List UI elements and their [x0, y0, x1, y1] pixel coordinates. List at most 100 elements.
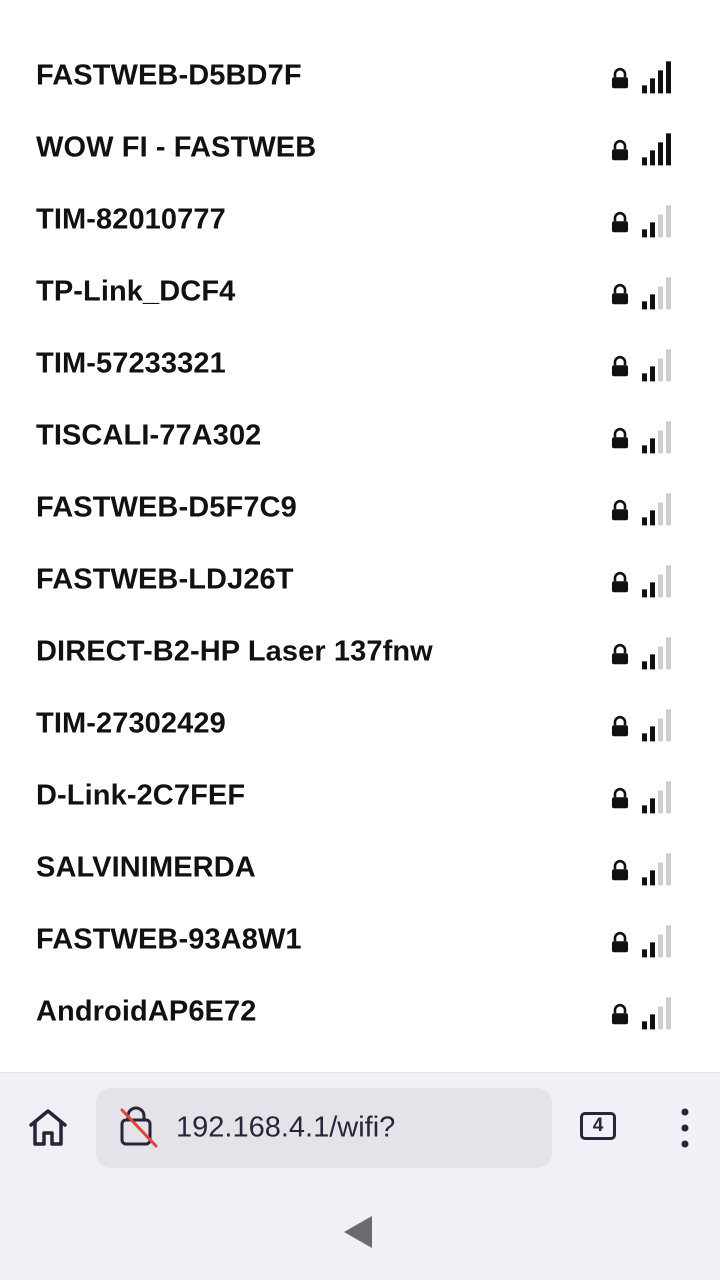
signal-bar — [666, 349, 671, 382]
signal-bar — [658, 862, 663, 886]
signal-bar — [650, 222, 655, 238]
signal-bar — [650, 582, 655, 598]
wifi-network-row[interactable]: FASTWEB-LDJ26T — [0, 544, 720, 616]
wifi-ssid[interactable]: TIM-27302429 — [36, 708, 226, 741]
signal-bar — [642, 661, 647, 670]
lock-icon — [612, 283, 628, 305]
signal-strength-icon — [642, 61, 671, 94]
signal-bar — [650, 654, 655, 670]
url-text[interactable]: 192.168.4.1/wifi? — [176, 1112, 395, 1145]
signal-bar — [666, 493, 671, 526]
signal-strength-icon — [642, 133, 671, 166]
signal-strength-icon — [642, 277, 671, 310]
wifi-ssid[interactable]: TISCALI-77A302 — [36, 420, 261, 453]
home-icon[interactable] — [24, 1103, 72, 1151]
lock-icon — [612, 859, 628, 881]
signal-bar — [642, 805, 647, 814]
wifi-ssid[interactable]: FASTWEB-D5BD7F — [36, 60, 302, 93]
wifi-ssid[interactable]: WOW FI - FASTWEB — [36, 132, 316, 165]
signal-strength-icon — [642, 493, 671, 526]
lock-icon — [612, 499, 628, 521]
wifi-network-row[interactable]: DIRECT-B2-HP Laser 137fnw — [0, 616, 720, 688]
wifi-network-row[interactable]: TIM-27302429 — [0, 688, 720, 760]
signal-bar — [666, 781, 671, 814]
signal-bar — [650, 438, 655, 454]
lock-icon — [612, 931, 628, 953]
signal-bar — [642, 85, 647, 94]
wifi-ssid[interactable]: TIM-57233321 — [36, 348, 226, 381]
signal-bar — [666, 925, 671, 958]
wifi-ssid[interactable]: TIM-82010777 — [36, 204, 226, 237]
wifi-network-row[interactable]: TIM-57233321 — [0, 328, 720, 400]
signal-bar — [666, 853, 671, 886]
signal-bar — [658, 286, 663, 310]
lock-icon — [612, 67, 628, 89]
lock-icon — [612, 139, 628, 161]
wifi-ssid[interactable]: DIRECT-B2-HP Laser 137fnw — [36, 636, 433, 669]
signal-bar — [658, 574, 663, 598]
signal-bar — [666, 637, 671, 670]
signal-strength-icon — [642, 709, 671, 742]
signal-bar — [642, 229, 647, 238]
wifi-ssid[interactable]: AndroidAP6E72 — [36, 996, 256, 1029]
lock-icon — [612, 1003, 628, 1025]
wifi-network-row[interactable]: TP-Link_DCF4 — [0, 256, 720, 328]
wifi-network-row[interactable]: TISCALI-77A302 — [0, 400, 720, 472]
lock-icon — [612, 355, 628, 377]
signal-strength-icon — [642, 205, 671, 238]
signal-bar — [642, 733, 647, 742]
signal-bar — [666, 709, 671, 742]
signal-strength-icon — [642, 565, 671, 598]
signal-bar — [650, 366, 655, 382]
tabs-button[interactable]: 4 — [580, 1112, 616, 1140]
lock-icon — [612, 427, 628, 449]
signal-bar — [666, 133, 671, 166]
wifi-network-row[interactable]: WOW FI - FASTWEB — [0, 112, 720, 184]
wifi-ssid[interactable]: FASTWEB-93A8W1 — [36, 924, 302, 957]
signal-bar — [650, 798, 655, 814]
lock-icon — [612, 643, 628, 665]
wifi-network-row[interactable]: TIM-82010777 — [0, 184, 720, 256]
wifi-ssid[interactable]: SALVINIMERDA — [36, 852, 256, 885]
signal-strength-icon — [642, 421, 671, 454]
wifi-ssid[interactable]: FASTWEB-LDJ26T — [36, 564, 294, 597]
back-triangle-icon[interactable] — [338, 1212, 378, 1252]
signal-strength-icon — [642, 637, 671, 670]
insecure-lock-icon[interactable] — [118, 1106, 162, 1150]
signal-bar — [658, 1006, 663, 1030]
signal-bar — [658, 430, 663, 454]
wifi-ssid[interactable]: TP-Link_DCF4 — [36, 276, 235, 309]
signal-bar — [666, 565, 671, 598]
signal-bar — [666, 61, 671, 94]
signal-bar — [642, 301, 647, 310]
wifi-network-row[interactable]: SALVINIMERDA — [0, 832, 720, 904]
signal-bar — [650, 1014, 655, 1030]
signal-bar — [658, 934, 663, 958]
signal-bar — [658, 70, 663, 94]
signal-strength-icon — [642, 997, 671, 1030]
signal-bar — [642, 157, 647, 166]
signal-bar — [666, 421, 671, 454]
wifi-network-row[interactable]: FASTWEB-93A8W1 — [0, 904, 720, 976]
wifi-ssid[interactable]: FASTWEB-D5F7C9 — [36, 492, 297, 525]
signal-strength-icon — [642, 781, 671, 814]
signal-bar — [650, 150, 655, 166]
signal-bar — [642, 1021, 647, 1030]
lock-icon — [612, 715, 628, 737]
wifi-network-row[interactable]: D-Link-2C7FEF — [0, 760, 720, 832]
wifi-ssid[interactable]: D-Link-2C7FEF — [36, 780, 245, 813]
more-vert-icon[interactable] — [672, 1106, 698, 1150]
signal-bar — [642, 877, 647, 886]
signal-bar — [642, 949, 647, 958]
wifi-network-row[interactable]: FASTWEB-D5F7C9 — [0, 472, 720, 544]
signal-bar — [642, 373, 647, 382]
signal-strength-icon — [642, 349, 671, 382]
wifi-network-row[interactable]: AndroidAP6E72 — [0, 976, 720, 1048]
signal-strength-icon — [642, 853, 671, 886]
signal-bar — [650, 78, 655, 94]
signal-bar — [658, 142, 663, 166]
lock-icon — [612, 571, 628, 593]
wifi-network-row[interactable]: FASTWEB-D5BD7F — [0, 40, 720, 112]
signal-bar — [642, 589, 647, 598]
signal-bar — [658, 790, 663, 814]
